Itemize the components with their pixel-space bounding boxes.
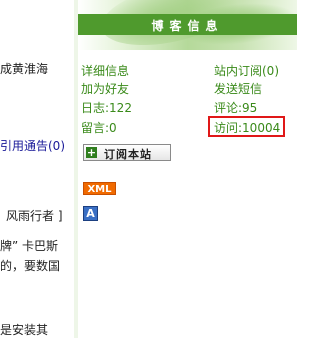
xml-feed-badge[interactable]: XML (83, 182, 116, 195)
author-text: 风雨行者 ] (6, 209, 63, 223)
a-badge-icon[interactable]: A (83, 206, 98, 221)
trackback-link[interactable]: 引用通告(0) (0, 137, 65, 154)
article-text-line: 的，要数国 (0, 259, 61, 273)
send-message-link[interactable]: 发送短信 (214, 80, 262, 97)
article-text-line: 是安装其 (0, 323, 49, 337)
subscribe-label: 订阅本站 (104, 148, 152, 161)
sidebar-header: 博客信息 (78, 0, 300, 56)
article-text-line: 牌” 卡巴斯 (0, 239, 59, 253)
comments-count: 评论:95 (214, 101, 258, 115)
article-column: 成黄淮海 引用通告(0) 风雨行者 ] 牌” 卡巴斯 的，要数国 是安装其 (0, 0, 74, 338)
sidebar-title: 博客信息 (151, 19, 224, 33)
details-link[interactable]: 详细信息 (81, 62, 129, 79)
messages-count: 留言:0 (81, 121, 117, 135)
visits-highlight-box (208, 116, 285, 137)
inbox-subscribe-link[interactable]: 站内订阅(0) (214, 62, 279, 79)
plus-icon: + (86, 146, 97, 159)
add-friend-link[interactable]: 加为好友 (81, 80, 129, 97)
blog-info-sidebar: 博客信息 详细信息 站内订阅(0) 加为好友 发送短信 日志:122 评论:95… (78, 0, 300, 338)
subscribe-button[interactable]: + 订阅本站 (83, 144, 171, 161)
logs-count: 日志:122 (81, 101, 132, 115)
article-text-line: 成黄淮海 (0, 62, 49, 76)
